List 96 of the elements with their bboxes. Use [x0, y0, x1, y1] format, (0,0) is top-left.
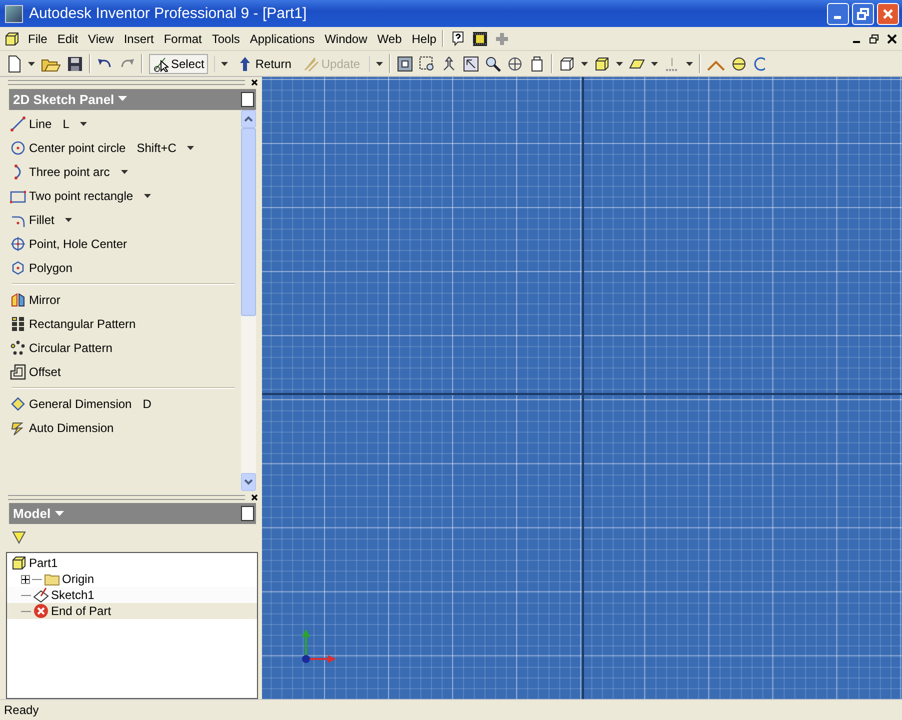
tree-item[interactable]: Origin [62, 572, 94, 586]
new-file-icon[interactable] [6, 54, 22, 72]
app-icon [5, 4, 23, 22]
toolbar-button[interactable]: Return [234, 54, 294, 74]
dropdown-arrow-icon[interactable] [144, 194, 152, 198]
menu-item[interactable]: Format [164, 32, 202, 46]
dropdown-arrow-icon[interactable] [187, 146, 194, 150]
document-restore-button[interactable] [868, 32, 880, 46]
status-text: Ready [0, 699, 902, 720]
tool-item[interactable]: Rectangular Pattern [9, 312, 241, 336]
dropdown-arrow-icon[interactable] [28, 62, 35, 66]
dropdown-arrow-icon[interactable] [120, 170, 128, 174]
orbit-icon[interactable] [753, 56, 766, 72]
tool-item[interactable]: Line L [9, 112, 241, 136]
dropdown-arrow-icon[interactable] [616, 62, 624, 66]
restore-icon [857, 8, 869, 20]
toolbar-button[interactable]: Select [149, 54, 208, 74]
sphere-icon[interactable] [731, 56, 748, 72]
zoom-all-icon[interactable] [397, 56, 414, 72]
pan-icon[interactable] [507, 56, 524, 72]
tree-item[interactable]: Sketch1 [51, 588, 94, 602]
look-at-icon[interactable] [463, 56, 480, 72]
film-icon[interactable] [472, 30, 488, 46]
restore-button[interactable] [852, 2, 874, 24]
tool-item[interactable]: Offset [9, 360, 241, 384]
dimension-icon [10, 396, 26, 412]
menu-item[interactable]: Tools [212, 32, 240, 46]
undo-icon[interactable] [97, 58, 113, 70]
tool-item[interactable]: Three point arc [9, 160, 241, 184]
menu-item[interactable]: File [28, 32, 48, 46]
dropdown-arrow-icon[interactable] [80, 122, 88, 126]
mirror-icon [10, 292, 26, 308]
circular-pattern-icon [10, 340, 26, 356]
tool-item[interactable]: Two point rectangle [9, 184, 241, 208]
panel-title[interactable]: Model [13, 506, 64, 522]
minimize-button[interactable] [827, 2, 849, 24]
rectangle-icon [10, 188, 26, 204]
close-button[interactable] [877, 2, 899, 24]
polygon-icon [10, 260, 26, 276]
tool-item[interactable]: Center point circle Shift+C [9, 136, 241, 160]
print-preview-icon[interactable] [529, 56, 546, 72]
cube-icon[interactable] [4, 30, 20, 46]
zoom-window-icon[interactable] [419, 56, 436, 72]
scroll-down-button[interactable] [241, 473, 256, 492]
menu-item[interactable]: Help [412, 32, 436, 46]
dropdown-arrow-icon[interactable] [651, 62, 658, 66]
window-title: Autodesk Inventor Professional 9 - [Part1] [29, 5, 308, 22]
minimize-icon [852, 41, 860, 43]
menu-item[interactable]: Edit [57, 32, 78, 46]
panel-title[interactable]: 2D Sketch Panel [13, 92, 128, 107]
menu-item[interactable]: Insert [124, 32, 154, 46]
expand-button[interactable] [21, 574, 30, 584]
redo-icon[interactable] [119, 58, 135, 70]
menu-item[interactable]: Web [377, 32, 402, 46]
dropdown-arrow-icon [118, 96, 128, 102]
scroll-thumb[interactable] [241, 128, 256, 316]
document-close-button[interactable] [886, 32, 898, 46]
minimize-icon [834, 16, 840, 19]
restore-icon [869, 34, 879, 44]
dropdown-arrow-icon[interactable] [686, 62, 694, 66]
magnifier-icon[interactable] [485, 56, 502, 72]
tool-item[interactable]: General Dimension D [9, 392, 241, 416]
crosshair-icon [10, 236, 26, 252]
menu-item[interactable]: Applications [250, 32, 315, 46]
tool-item[interactable]: Point, Hole Center [9, 232, 241, 256]
filter-icon[interactable] [12, 530, 26, 544]
dropdown-arrow-icon[interactable] [65, 218, 72, 222]
shaded-cube-icon[interactable] [594, 56, 610, 72]
chevron-down-icon [244, 479, 253, 486]
lightning-icon [10, 420, 26, 436]
tool-item[interactable]: Circular Pattern [9, 336, 241, 360]
close-icon [882, 8, 894, 20]
menu-item[interactable]: Window [324, 32, 368, 46]
chevron-up-icon [244, 116, 253, 122]
tool-item[interactable]: Polygon [9, 256, 241, 280]
grid-pattern-icon [10, 316, 26, 332]
close-icon[interactable] [251, 79, 258, 86]
line-icon [10, 116, 26, 132]
cube-icon[interactable] [559, 56, 576, 72]
offset-icon [10, 364, 26, 380]
dropdown-arrow-icon[interactable] [581, 62, 588, 66]
circle-icon [10, 140, 26, 156]
menu-item[interactable]: View [88, 32, 114, 46]
tree-item[interactable]: Part1 [29, 556, 58, 570]
select-arrow-icon [153, 56, 169, 72]
pencil-icon [303, 56, 320, 72]
close-icon[interactable] [251, 494, 258, 501]
scroll-up-button[interactable] [241, 110, 256, 128]
tool-item[interactable]: Fillet [9, 208, 241, 232]
dropdown-arrow-icon[interactable] [221, 62, 228, 66]
close-icon [887, 34, 897, 44]
dropdown-arrow-icon [54, 510, 64, 517]
cube-icon [11, 555, 27, 572]
tool-item[interactable]: Mirror [9, 288, 241, 312]
scrollbar[interactable] [241, 110, 256, 492]
tool-item[interactable]: Auto Dimension [9, 416, 241, 440]
